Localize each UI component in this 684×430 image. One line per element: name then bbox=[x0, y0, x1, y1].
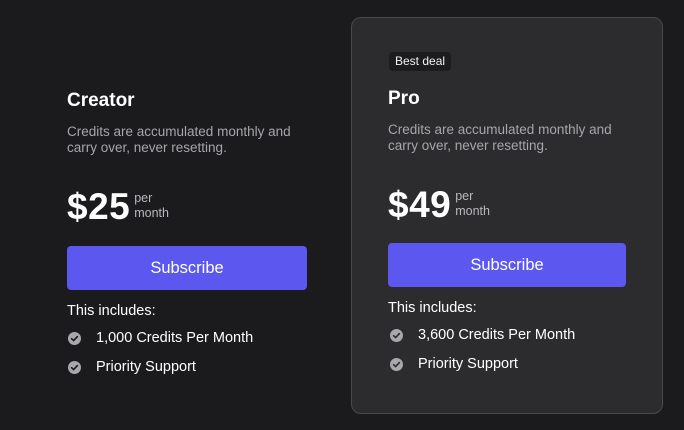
price-row: $49 per month bbox=[388, 185, 490, 225]
best-deal-badge: Best deal bbox=[389, 52, 452, 71]
price-row: $25 per month bbox=[67, 187, 169, 227]
check-circle-icon bbox=[68, 331, 81, 345]
feature-label: 1,000 Credits Per Month bbox=[96, 330, 254, 346]
feature-label: Priority Support bbox=[418, 356, 518, 372]
feature-item: Priority Support bbox=[68, 358, 196, 376]
feature-item: Priority Support bbox=[390, 355, 518, 373]
plan-price: $49 bbox=[388, 184, 452, 225]
includes-label: This includes: bbox=[388, 300, 477, 316]
plan-card-creator: Creator Credits are accumulated monthly … bbox=[0, 0, 340, 430]
feature-item: 3,600 Credits Per Month bbox=[390, 326, 575, 344]
feature-label: Priority Support bbox=[96, 359, 196, 375]
price-period-month: month bbox=[455, 204, 490, 218]
price-period: per month bbox=[455, 189, 490, 219]
price-period: per month bbox=[134, 191, 169, 221]
price-period-per: per bbox=[455, 189, 474, 203]
plan-description: Credits are accumulated monthly and carr… bbox=[67, 124, 291, 155]
price-period-per: per bbox=[134, 191, 153, 205]
plan-price: $25 bbox=[67, 186, 131, 227]
check-circle-icon bbox=[390, 328, 403, 342]
check-circle-icon bbox=[68, 360, 81, 374]
subscribe-button-creator[interactable]: Subscribe bbox=[67, 246, 307, 290]
plan-description: Credits are accumulated monthly and carr… bbox=[388, 122, 612, 153]
plan-name: Creator bbox=[67, 90, 135, 111]
plan-card-pro: Best deal Pro Credits are accumulated mo… bbox=[351, 17, 663, 414]
feature-label: 3,600 Credits Per Month bbox=[418, 327, 576, 343]
check-circle-icon bbox=[390, 357, 403, 371]
feature-item: 1,000 Credits Per Month bbox=[68, 329, 253, 347]
price-period-month: month bbox=[134, 206, 169, 220]
includes-label: This includes: bbox=[67, 303, 156, 319]
plan-name: Pro bbox=[388, 88, 420, 109]
subscribe-button-pro[interactable]: Subscribe bbox=[388, 243, 626, 287]
